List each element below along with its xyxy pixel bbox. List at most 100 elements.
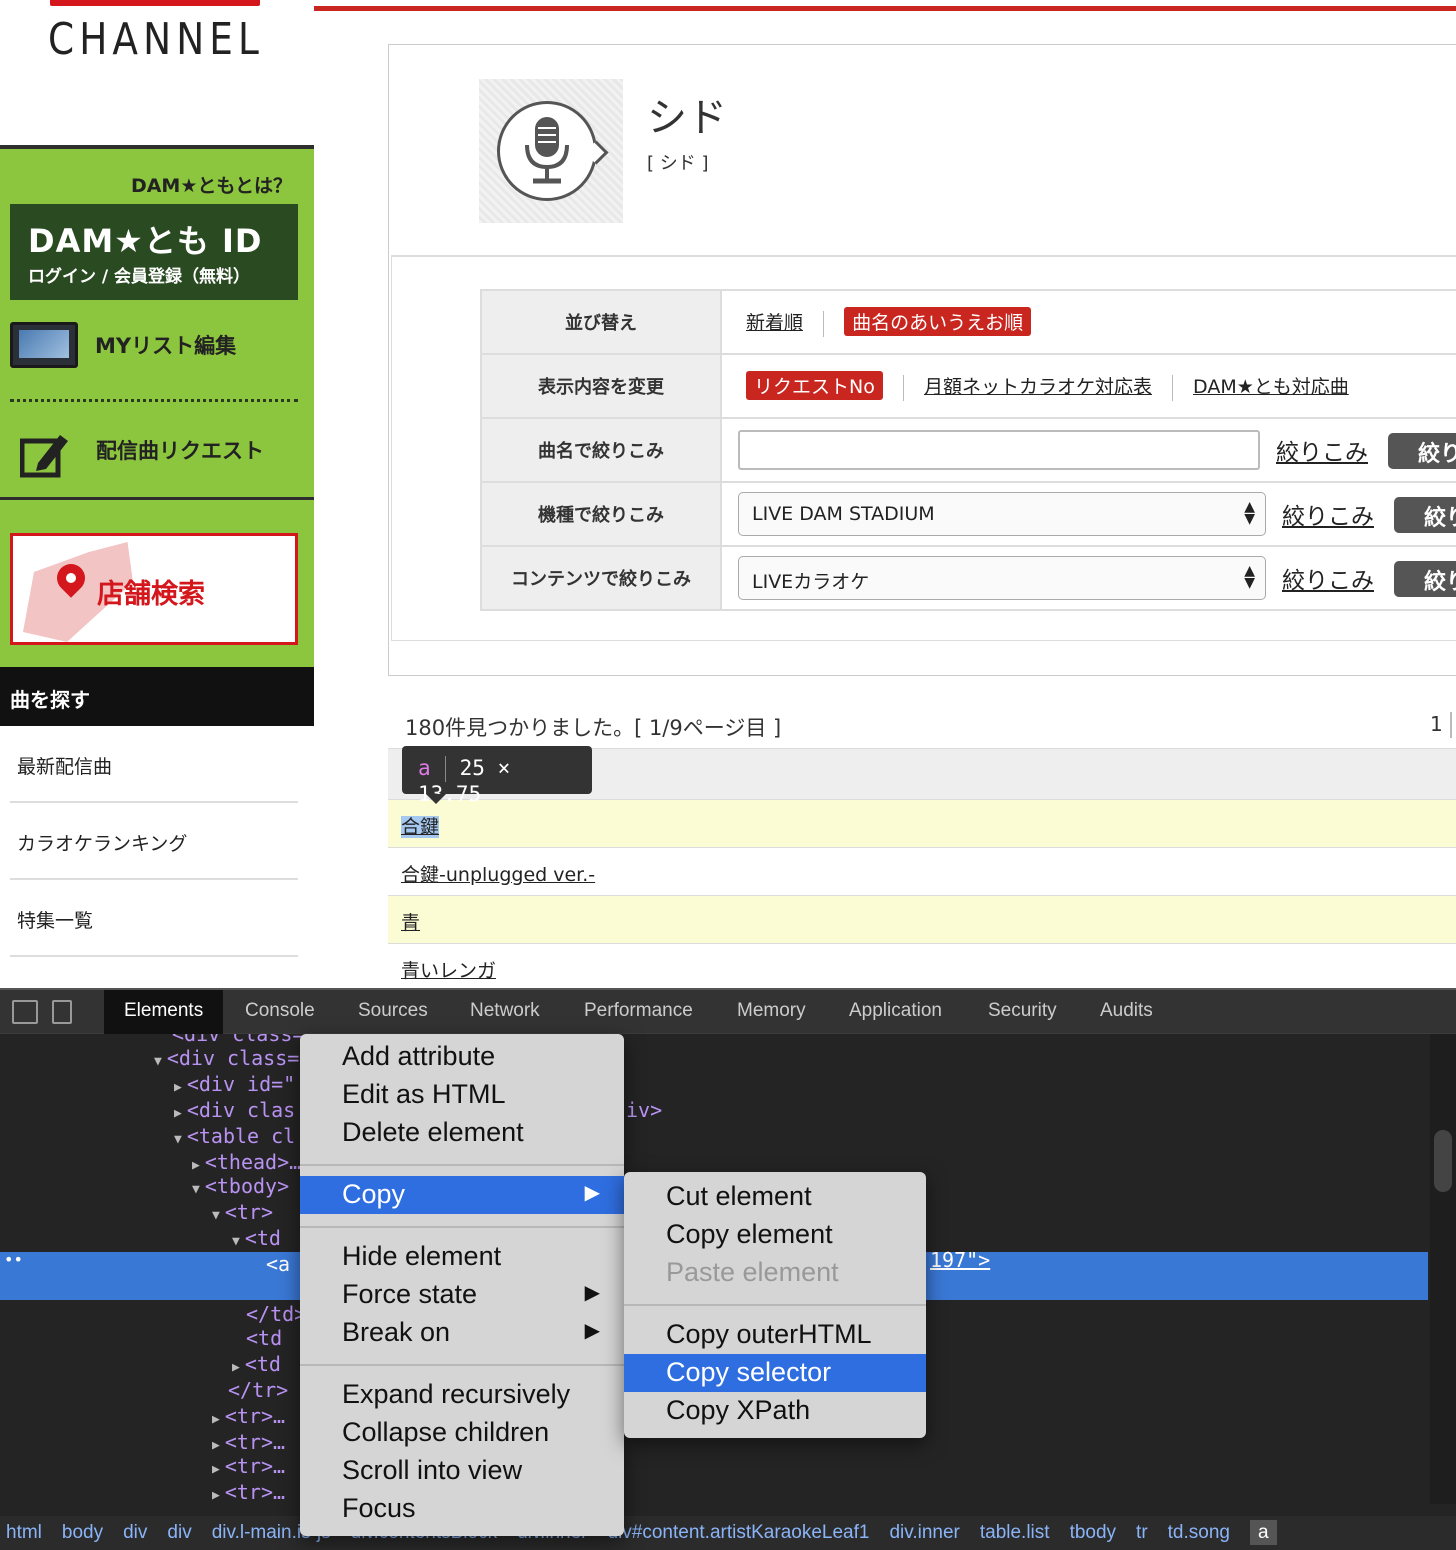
damtomo-id-button[interactable]: DAM★とも ID ログイン / 会員登録（無料） <box>10 204 298 300</box>
dom-node[interactable]: ▶ <tr>… <box>212 1430 285 1454</box>
content-filter-link[interactable]: 絞りこみ <box>1282 561 1374 595</box>
menu-edit-as-html[interactable]: Edit as HTML <box>300 1076 624 1114</box>
menu-copy-element[interactable]: Copy element <box>624 1216 926 1254</box>
menu-divider <box>624 1304 926 1306</box>
song-link[interactable]: 青いレンガ <box>401 960 496 982</box>
nav-item-features[interactable]: 特集一覧 <box>10 880 298 957</box>
tab-memory[interactable]: Memory <box>737 990 806 1034</box>
menu-hide-element[interactable]: Hide element <box>300 1238 624 1276</box>
display-label: 表示内容を変更 <box>480 353 722 419</box>
menu-copy-xpath[interactable]: Copy XPath <box>624 1392 926 1430</box>
dom-node[interactable]: </tr> <box>228 1378 288 1402</box>
model-filter-link[interactable]: 絞りこみ <box>1282 497 1374 531</box>
tab-network[interactable]: Network <box>470 990 540 1034</box>
breadcrumb-item[interactable]: html <box>6 1522 42 1543</box>
dom-node[interactable]: ▼ <tbody> <box>192 1174 289 1198</box>
menu-add-attribute[interactable]: Add attribute <box>300 1038 624 1076</box>
menu-focus[interactable]: Focus <box>300 1490 624 1528</box>
menu-scroll-into-view[interactable]: Scroll into view <box>300 1452 624 1490</box>
breadcrumb-item[interactable]: div.inner <box>889 1522 959 1543</box>
display-damtomo-link[interactable]: DAM★とも対応曲 <box>1193 376 1349 398</box>
breadcrumb-item-active[interactable]: a <box>1249 1520 1277 1545</box>
dom-scrollbar[interactable] <box>1430 1034 1456 1504</box>
tab-application[interactable]: Application <box>849 990 942 1034</box>
dom-node[interactable]: <td <box>246 1326 282 1350</box>
sort-new-link[interactable]: 新着順 <box>746 312 803 334</box>
dom-node[interactable]: <div class= <box>172 1034 304 1046</box>
model-select[interactable]: LIVE DAM STADIUM ▲ ▼ <box>738 492 1266 536</box>
menu-copy-selector[interactable]: Copy selector <box>624 1354 926 1392</box>
store-search-button[interactable]: 店舗検索 <box>10 533 298 645</box>
model-filter-button[interactable]: 絞りこみ <box>1394 497 1456 533</box>
dom-node[interactable]: ▶ <tr>… <box>212 1404 285 1428</box>
logo-red-mark <box>50 0 260 6</box>
nav-item-ranking[interactable]: カラオケランキング <box>10 803 298 880</box>
dom-node[interactable]: ▼ <td <box>232 1226 281 1250</box>
site-logo[interactable]: CHANNEL <box>0 0 314 145</box>
breadcrumb-item[interactable]: div <box>167 1522 191 1543</box>
song-request-link[interactable]: 配信曲リクエスト <box>10 417 298 487</box>
dom-node[interactable]: ▶ <thead>… <box>192 1150 301 1174</box>
dom-node[interactable]: </td> <box>246 1302 306 1326</box>
menu-copy-outerhtml[interactable]: Copy outerHTML <box>624 1316 926 1354</box>
row-ellipsis-icon[interactable]: •• <box>4 1250 23 1269</box>
model-filter-cell: LIVE DAM STADIUM ▲▼ 絞りこみ 絞りこみ <box>720 481 1456 547</box>
song-link[interactable]: 合鍵 <box>401 816 440 838</box>
content-filter-button[interactable]: 絞りこみ <box>1394 561 1456 597</box>
dom-node[interactable]: ▶ <div clas <box>174 1098 295 1122</box>
display-monthly-link[interactable]: 月額ネットカラオケ対応表 <box>924 376 1152 398</box>
dom-node-selected[interactable]: <a <box>266 1252 290 1276</box>
dom-node[interactable]: ▶ <tr>… <box>212 1454 285 1478</box>
tab-security[interactable]: Security <box>988 990 1057 1034</box>
breadcrumb-item[interactable]: body <box>62 1522 103 1543</box>
menu-force-state[interactable]: Force state ▶ <box>300 1276 624 1314</box>
microphone-icon <box>497 101 597 201</box>
menu-collapse-children[interactable]: Collapse children <box>300 1414 624 1452</box>
breadcrumb-item[interactable]: div <box>123 1522 147 1543</box>
scroll-thumb[interactable] <box>1434 1130 1452 1192</box>
tab-sources[interactable]: Sources <box>358 990 428 1034</box>
content-select[interactable]: LIVEカラオケ ▲ ▼ <box>738 556 1266 600</box>
breadcrumb-item[interactable]: td.song <box>1168 1522 1230 1543</box>
mylist-edit-link[interactable]: MYリスト編集 <box>10 314 298 384</box>
menu-copy[interactable]: Copy ▶ <box>300 1176 624 1214</box>
menu-break-on[interactable]: Break on ▶ <box>300 1314 624 1352</box>
song-filter-link[interactable]: 絞りこみ <box>1276 433 1368 467</box>
dom-node[interactable]: ▶ <div id=" <box>174 1072 295 1096</box>
breadcrumb-item[interactable]: tr <box>1136 1522 1148 1543</box>
breadcrumb-item[interactable]: tbody <box>1070 1522 1116 1543</box>
sort-options: 新着順 曲名のあいうえお順 <box>720 289 1456 355</box>
dom-node[interactable]: ▶ <tr>… <box>212 1480 285 1504</box>
breadcrumb-item[interactable]: table.list <box>980 1522 1050 1543</box>
tab-elements[interactable]: Elements <box>104 990 224 1034</box>
song-row: 青いレンガ <box>388 944 1456 992</box>
devtools-toolbar: Elements Console Sources Network Perform… <box>0 990 1456 1034</box>
song-filter-button[interactable]: 絞りこみ <box>1388 433 1456 469</box>
nav-item-latest[interactable]: 最新配信曲 <box>10 726 298 803</box>
logo-text: CHANNEL <box>48 14 264 65</box>
sort-aiueo-active[interactable]: 曲名のあいうえお順 <box>844 307 1032 337</box>
dom-node[interactable]: ▼ <tr> <box>212 1200 273 1224</box>
song-link[interactable]: 青 <box>401 912 420 934</box>
dom-breadcrumbs: htmlbodydivdivdiv.l-main.is-jsdiv.conten… <box>0 1516 1456 1550</box>
inspect-element-icon[interactable] <box>12 1000 38 1024</box>
song-link[interactable]: 合鍵-unplugged ver.- <box>401 864 595 886</box>
song-filter-input[interactable] <box>738 430 1260 470</box>
menu-cut-element[interactable]: Cut element <box>624 1178 926 1216</box>
page-number-link[interactable]: 1 <box>1430 712 1443 736</box>
breadcrumb-item[interactable]: div#content.artistKaraokeLeaf1 <box>608 1522 870 1543</box>
search-songs-header: 曲を探す <box>0 667 314 726</box>
display-request-no-active[interactable]: リクエストNo <box>746 371 883 401</box>
dom-node[interactable]: ▼ <div class= <box>154 1046 299 1070</box>
menu-delete-element[interactable]: Delete element <box>300 1114 624 1152</box>
tab-audits[interactable]: Audits <box>1100 990 1153 1034</box>
nav-item-playlists[interactable]: プレイリスト一覧 <box>10 957 298 988</box>
menu-expand-recursively[interactable]: Expand recursively <box>300 1376 624 1414</box>
tab-console[interactable]: Console <box>245 990 315 1034</box>
damtomo-about-link[interactable]: DAM★ともとは？ <box>131 171 292 198</box>
artist-card: シド [ シド ] 並び替え 新着順 曲名のあいうえお順 表示内容を変更 リクエ… <box>388 44 1456 676</box>
dom-node[interactable]: ▼ <table cl <box>174 1124 295 1148</box>
tab-performance[interactable]: Performance <box>584 990 693 1034</box>
device-toggle-icon[interactable] <box>52 1000 72 1024</box>
dom-node[interactable]: ▶ <td <box>232 1352 281 1376</box>
